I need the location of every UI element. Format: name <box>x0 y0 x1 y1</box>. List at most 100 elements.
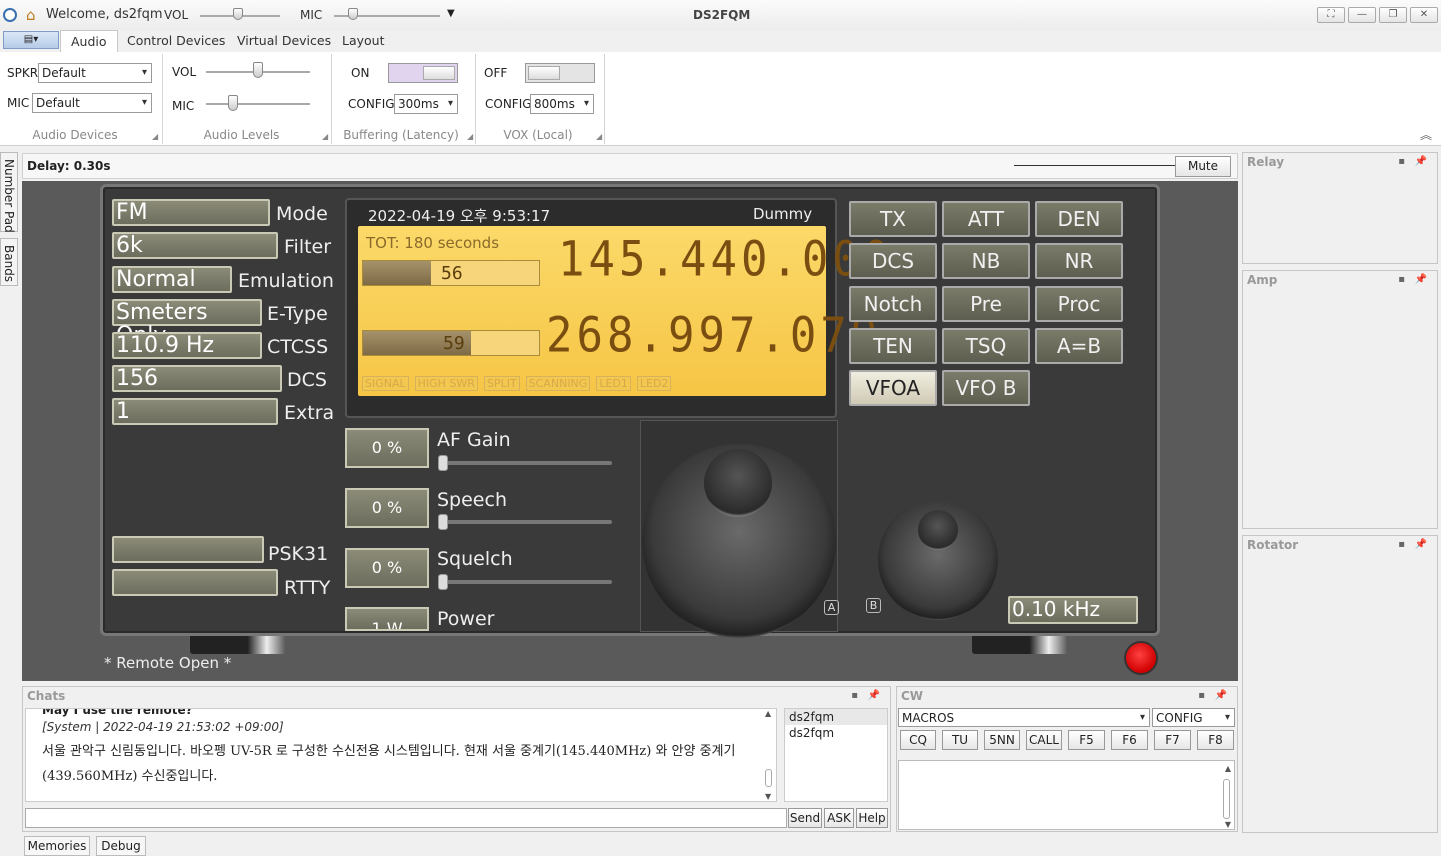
pin-icon[interactable]: 📌 <box>868 690 880 701</box>
cw-text-area[interactable]: ▲ ▼ <box>898 760 1235 830</box>
frequency-b[interactable]: 268.997.079 <box>546 307 881 363</box>
side-tab-number-pad[interactable]: Number Pad <box>0 152 18 233</box>
title-vol-thumb[interactable] <box>233 8 243 20</box>
expand-icon[interactable]: ◢ <box>152 132 158 141</box>
vfob-button[interactable]: VFO B <box>942 370 1030 406</box>
psk31-label: PSK31 <box>268 543 329 565</box>
squelch-slider[interactable] <box>440 580 612 584</box>
ctcss-field[interactable]: 110.9 Hz <box>112 332 262 359</box>
send-button[interactable]: Send <box>788 808 822 828</box>
tx-button[interactable]: TX <box>849 201 937 237</box>
macros-select[interactable]: MACROS <box>898 708 1150 727</box>
speech-slider[interactable] <box>440 520 612 524</box>
level-mic-thumb[interactable] <box>228 95 238 111</box>
frequency-a[interactable]: 145.440.000 <box>558 231 893 287</box>
buffering-toggle[interactable] <box>388 63 458 83</box>
fullscreen-button[interactable]: ⛶ <box>1317 7 1345 23</box>
chat-user[interactable]: ds2fqm <box>785 725 887 741</box>
pin-icon[interactable]: 📌 <box>1215 690 1227 701</box>
cw-cq-button[interactable]: CQ <box>900 730 936 750</box>
expand-icon[interactable]: ◢ <box>596 132 602 141</box>
level-mic-slider[interactable] <box>206 103 310 105</box>
etype-field[interactable]: Smeters Only <box>112 299 262 347</box>
collapse-ribbon-icon[interactable]: ︽ <box>1420 126 1432 143</box>
close-button[interactable]: ✕ <box>1410 7 1438 23</box>
rtty-field[interactable] <box>112 569 278 596</box>
tab-layout[interactable]: Layout <box>332 30 395 52</box>
panel-menu-icon[interactable]: ▪ <box>1398 274 1405 285</box>
buffering-config-select[interactable]: 300ms <box>394 94 458 114</box>
pin-icon[interactable]: 📌 <box>1415 274 1427 285</box>
cw-f6-button[interactable]: F6 <box>1111 730 1148 750</box>
side-tab-bands[interactable]: Bands <box>0 238 18 286</box>
notch-button[interactable]: Notch <box>849 286 937 322</box>
a-equals-b-button[interactable]: A=B <box>1035 328 1123 364</box>
dcs-button[interactable]: DCS <box>849 243 937 279</box>
chat-input[interactable] <box>25 808 787 828</box>
mute-button[interactable]: Mute <box>1175 156 1231 177</box>
level-vol-thumb[interactable] <box>253 62 263 78</box>
pin-icon[interactable]: 📌 <box>1415 539 1427 550</box>
cw-call-button[interactable]: CALL <box>1026 730 1062 750</box>
pin-icon[interactable]: 📌 <box>1415 156 1427 167</box>
separator <box>475 54 476 144</box>
lcd-display: TOT: 180 seconds 56 145.440.000 59 268.9… <box>358 226 889 396</box>
ask-button[interactable]: ASK <box>824 808 854 828</box>
tab-memories[interactable]: Memories <box>24 836 90 856</box>
chat-user[interactable]: ds2fqm <box>785 709 887 725</box>
chat-scrollbar[interactable]: ▲ ▼ <box>762 709 776 801</box>
title-dropdown-icon[interactable]: ▼ <box>447 8 455 19</box>
cw-5nn-button[interactable]: 5NN <box>984 730 1020 750</box>
minimize-button[interactable]: — <box>1348 7 1376 23</box>
record-button[interactable] <box>1124 641 1158 675</box>
panel-menu-icon[interactable]: ▪ <box>1198 690 1205 701</box>
tab-control-devices[interactable]: Control Devices <box>117 30 235 52</box>
extra-field[interactable]: 1 <box>112 398 278 425</box>
amp-title: Amp <box>1247 273 1278 287</box>
squelch-thumb[interactable] <box>438 574 448 590</box>
speech-label: Speech <box>437 489 507 511</box>
emulation-field[interactable]: Normal <box>112 266 232 293</box>
tab-debug[interactable]: Debug <box>96 836 146 856</box>
pre-button[interactable]: Pre <box>942 286 1030 322</box>
tsq-button[interactable]: TSQ <box>942 328 1030 364</box>
panel-menu-icon[interactable]: ▪ <box>1398 539 1405 550</box>
panel-menu-icon[interactable]: ▪ <box>851 690 858 701</box>
chat-log[interactable]: May I use the remote? [System | 2022-04-… <box>25 708 777 802</box>
cw-f8-button[interactable]: F8 <box>1197 730 1234 750</box>
nr-button[interactable]: NR <box>1035 243 1123 279</box>
cw-f5-button[interactable]: F5 <box>1068 730 1105 750</box>
restore-button[interactable]: ❐ <box>1379 7 1407 23</box>
help-button[interactable]: Help <box>856 808 888 828</box>
vox-toggle[interactable] <box>525 63 595 83</box>
ten-button[interactable]: TEN <box>849 328 937 364</box>
cw-f7-button[interactable]: F7 <box>1154 730 1191 750</box>
cw-tu-button[interactable]: TU <box>942 730 978 750</box>
home-icon[interactable]: ⌂ <box>26 6 36 24</box>
mode-field[interactable]: FM <box>112 199 270 226</box>
af-gain-slider[interactable] <box>440 461 612 465</box>
expand-icon[interactable]: ◢ <box>467 132 473 141</box>
speech-thumb[interactable] <box>438 514 448 530</box>
psk31-field[interactable] <box>112 536 264 563</box>
step-field[interactable]: 0.10 kHz <box>1008 596 1138 624</box>
att-button[interactable]: ATT <box>942 201 1030 237</box>
expand-icon[interactable]: ◢ <box>322 132 328 141</box>
mic-select[interactable]: Default <box>32 93 152 113</box>
vfoa-button[interactable]: VFOA <box>849 370 937 406</box>
spkr-select[interactable]: Default <box>38 63 152 83</box>
tab-audio[interactable]: Audio <box>60 30 118 52</box>
chat-users-list[interactable]: ds2fqm ds2fqm <box>784 708 888 802</box>
den-button[interactable]: DEN <box>1035 201 1123 237</box>
cw-config-select[interactable]: CONFIG <box>1152 708 1235 727</box>
vox-config-select[interactable]: 800ms <box>530 94 594 114</box>
title-mic-thumb[interactable] <box>348 8 358 20</box>
tab-virtual-devices[interactable]: Virtual Devices <box>227 30 341 52</box>
panel-menu-icon[interactable]: ▪ <box>1398 156 1405 167</box>
filter-field[interactable]: 6k <box>112 232 278 259</box>
af-gain-thumb[interactable] <box>438 455 448 471</box>
nb-button[interactable]: NB <box>942 243 1030 279</box>
dcs-field[interactable]: 156 <box>112 365 282 392</box>
menu-toggle-button[interactable]: ▤▾ <box>3 31 59 49</box>
proc-button[interactable]: Proc <box>1035 286 1123 322</box>
